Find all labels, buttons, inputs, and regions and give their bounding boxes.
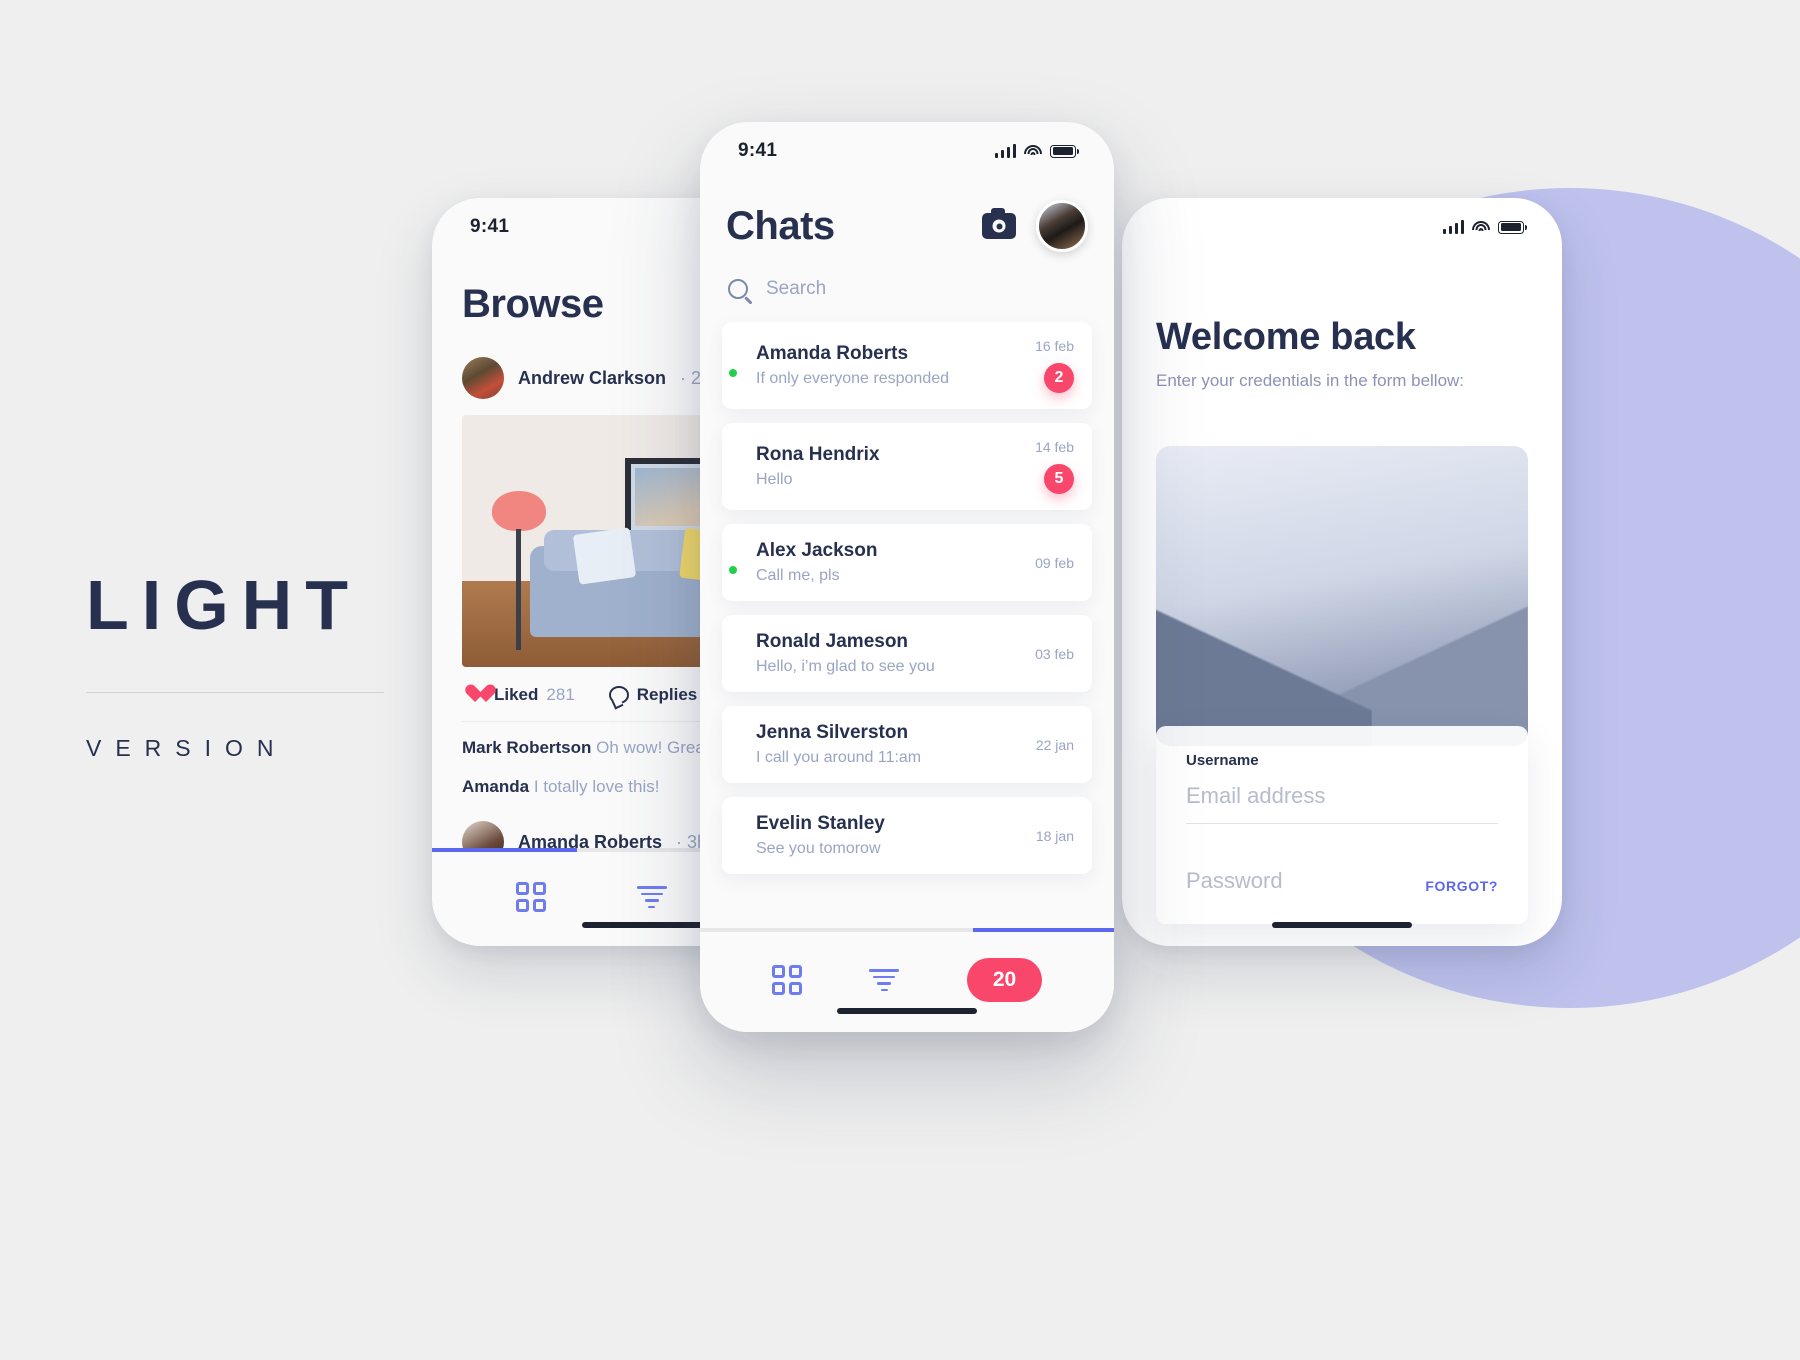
message-date: 03 feb [1035, 645, 1074, 662]
tab-indicator-track [700, 928, 1114, 932]
message-date: 16 feb [1035, 338, 1074, 354]
battery-icon [1050, 144, 1079, 158]
branding-block: LIGHT VERSION [86, 570, 406, 762]
profile-avatar[interactable] [1036, 200, 1088, 252]
online-status-dot [727, 366, 739, 379]
status-bar: 9:41 [700, 122, 1114, 180]
last-message: Call me, pls [756, 567, 840, 584]
page-subtitle: Enter your credentials in the form bello… [1156, 371, 1465, 390]
password-row: Password FORGOT? [1186, 868, 1498, 894]
last-message: See you tomorow [756, 840, 881, 857]
like-count: 281 [546, 685, 575, 704]
hero-image [1156, 446, 1528, 746]
search-icon [728, 279, 748, 299]
username-label: Username [1186, 752, 1259, 769]
camera-icon[interactable] [982, 208, 1016, 239]
tab-grid[interactable] [771, 965, 802, 995]
last-message: Hello [756, 471, 793, 488]
conversation-list: Amanda Roberts If only everyone responde… [700, 322, 1114, 874]
bottom-tab-bar: 20 [700, 928, 1114, 1032]
home-indicator [1272, 922, 1412, 928]
brand-divider [86, 692, 384, 693]
wifi-icon [1472, 220, 1490, 234]
brand-subtitle: VERSION [86, 735, 288, 761]
contact-name: Alex Jackson [756, 540, 878, 561]
tab-count-badge[interactable]: 20 [966, 958, 1043, 1002]
last-message: If only everyone responded [756, 370, 950, 387]
status-bar [1122, 198, 1562, 256]
comment-author: Amanda [462, 776, 530, 796]
message-date: 09 feb [1035, 554, 1074, 571]
message-date: 18 jan [1035, 827, 1074, 844]
replies-label: Replies [636, 685, 698, 704]
tab-filter[interactable] [869, 969, 900, 991]
status-time: 9:41 [470, 216, 510, 237]
comment-text: I totally love this! [533, 776, 660, 796]
list-item[interactable]: Rona Hendrix Hello 14 feb 5 [722, 423, 1092, 510]
contact-name: Jenna Silverston [756, 722, 909, 743]
lamp-decor [492, 490, 546, 652]
list-item[interactable]: Ronald Jameson Hello, i’m glad to see yo… [722, 615, 1092, 692]
forgot-password-link[interactable]: FORGOT? [1425, 878, 1498, 894]
list-item[interactable]: Amanda Roberts If only everyone responde… [722, 322, 1092, 409]
unread-badge: 5 [1044, 464, 1074, 494]
page-title: Welcome back [1156, 316, 1416, 358]
email-field[interactable]: Email address [1186, 783, 1498, 809]
last-message: Hello, i’m glad to see you [756, 658, 935, 675]
contact-name: Evelin Stanley [756, 813, 885, 834]
wifi-icon [1024, 144, 1042, 158]
status-icons [1442, 220, 1527, 234]
login-screen-content: Welcome back Enter your credentials in t… [1122, 198, 1562, 946]
phone-chats-screen: 9:41 Chats Search Amanda Roberts If only… [700, 122, 1114, 1032]
signal-bars-icon [994, 144, 1016, 158]
chats-screen-content: 9:41 Chats Search Amanda Roberts If only… [700, 122, 1114, 1032]
message-date: 22 jan [1035, 736, 1074, 753]
like-label: Liked [494, 685, 539, 704]
heart-icon [464, 685, 486, 705]
last-message: I call you around 11:am [756, 749, 922, 766]
filter-lines-icon [636, 886, 667, 908]
message-date: 14 feb [1035, 439, 1074, 455]
password-field[interactable]: Password [1186, 868, 1283, 894]
mockup-canvas: LIGHT VERSION 9:41 Browse Andrew Clarkso… [0, 0, 1800, 1360]
grid-icon [515, 882, 546, 912]
battery-icon [1498, 220, 1527, 234]
list-fade-overlay [700, 888, 1114, 928]
unread-badge: 2 [1044, 363, 1074, 393]
like-button[interactable]: Liked 281 [464, 685, 575, 705]
header-actions [982, 200, 1088, 252]
post-author: Andrew Clarkson [518, 367, 667, 388]
field-underline [1186, 823, 1498, 824]
list-item[interactable]: Evelin Stanley See you tomorow 18 jan [722, 797, 1092, 874]
home-indicator [837, 1008, 977, 1014]
comment-author: Mark Robertson [462, 738, 592, 757]
filter-lines-icon [869, 969, 900, 991]
contact-name: Ronald Jameson [756, 631, 909, 652]
phone-login-screen: Welcome back Enter your credentials in t… [1122, 198, 1562, 946]
page-title: Chats [726, 203, 835, 248]
search-bar[interactable]: Search [700, 252, 1114, 300]
status-time: 9:41 [738, 140, 778, 161]
search-input[interactable]: Search [766, 278, 826, 300]
tab-filter[interactable] [636, 886, 667, 908]
tab-grid[interactable] [515, 882, 546, 912]
comment-bubble-icon [608, 686, 629, 704]
list-item[interactable]: Jenna Silverston I call you around 11:am… [722, 706, 1092, 783]
grid-icon [771, 965, 802, 995]
online-status-dot [727, 563, 739, 576]
signal-bars-icon [1442, 220, 1464, 234]
brand-title: LIGHT [86, 566, 361, 644]
status-icons [994, 144, 1079, 158]
list-item[interactable]: Alex Jackson Call me, pls 09 feb [722, 524, 1092, 601]
contact-name: Rona Hendrix [756, 444, 880, 465]
avatar [462, 357, 504, 399]
contact-name: Amanda Roberts [756, 343, 909, 364]
login-form-card: Username Email address Password FORGOT? [1156, 726, 1528, 924]
